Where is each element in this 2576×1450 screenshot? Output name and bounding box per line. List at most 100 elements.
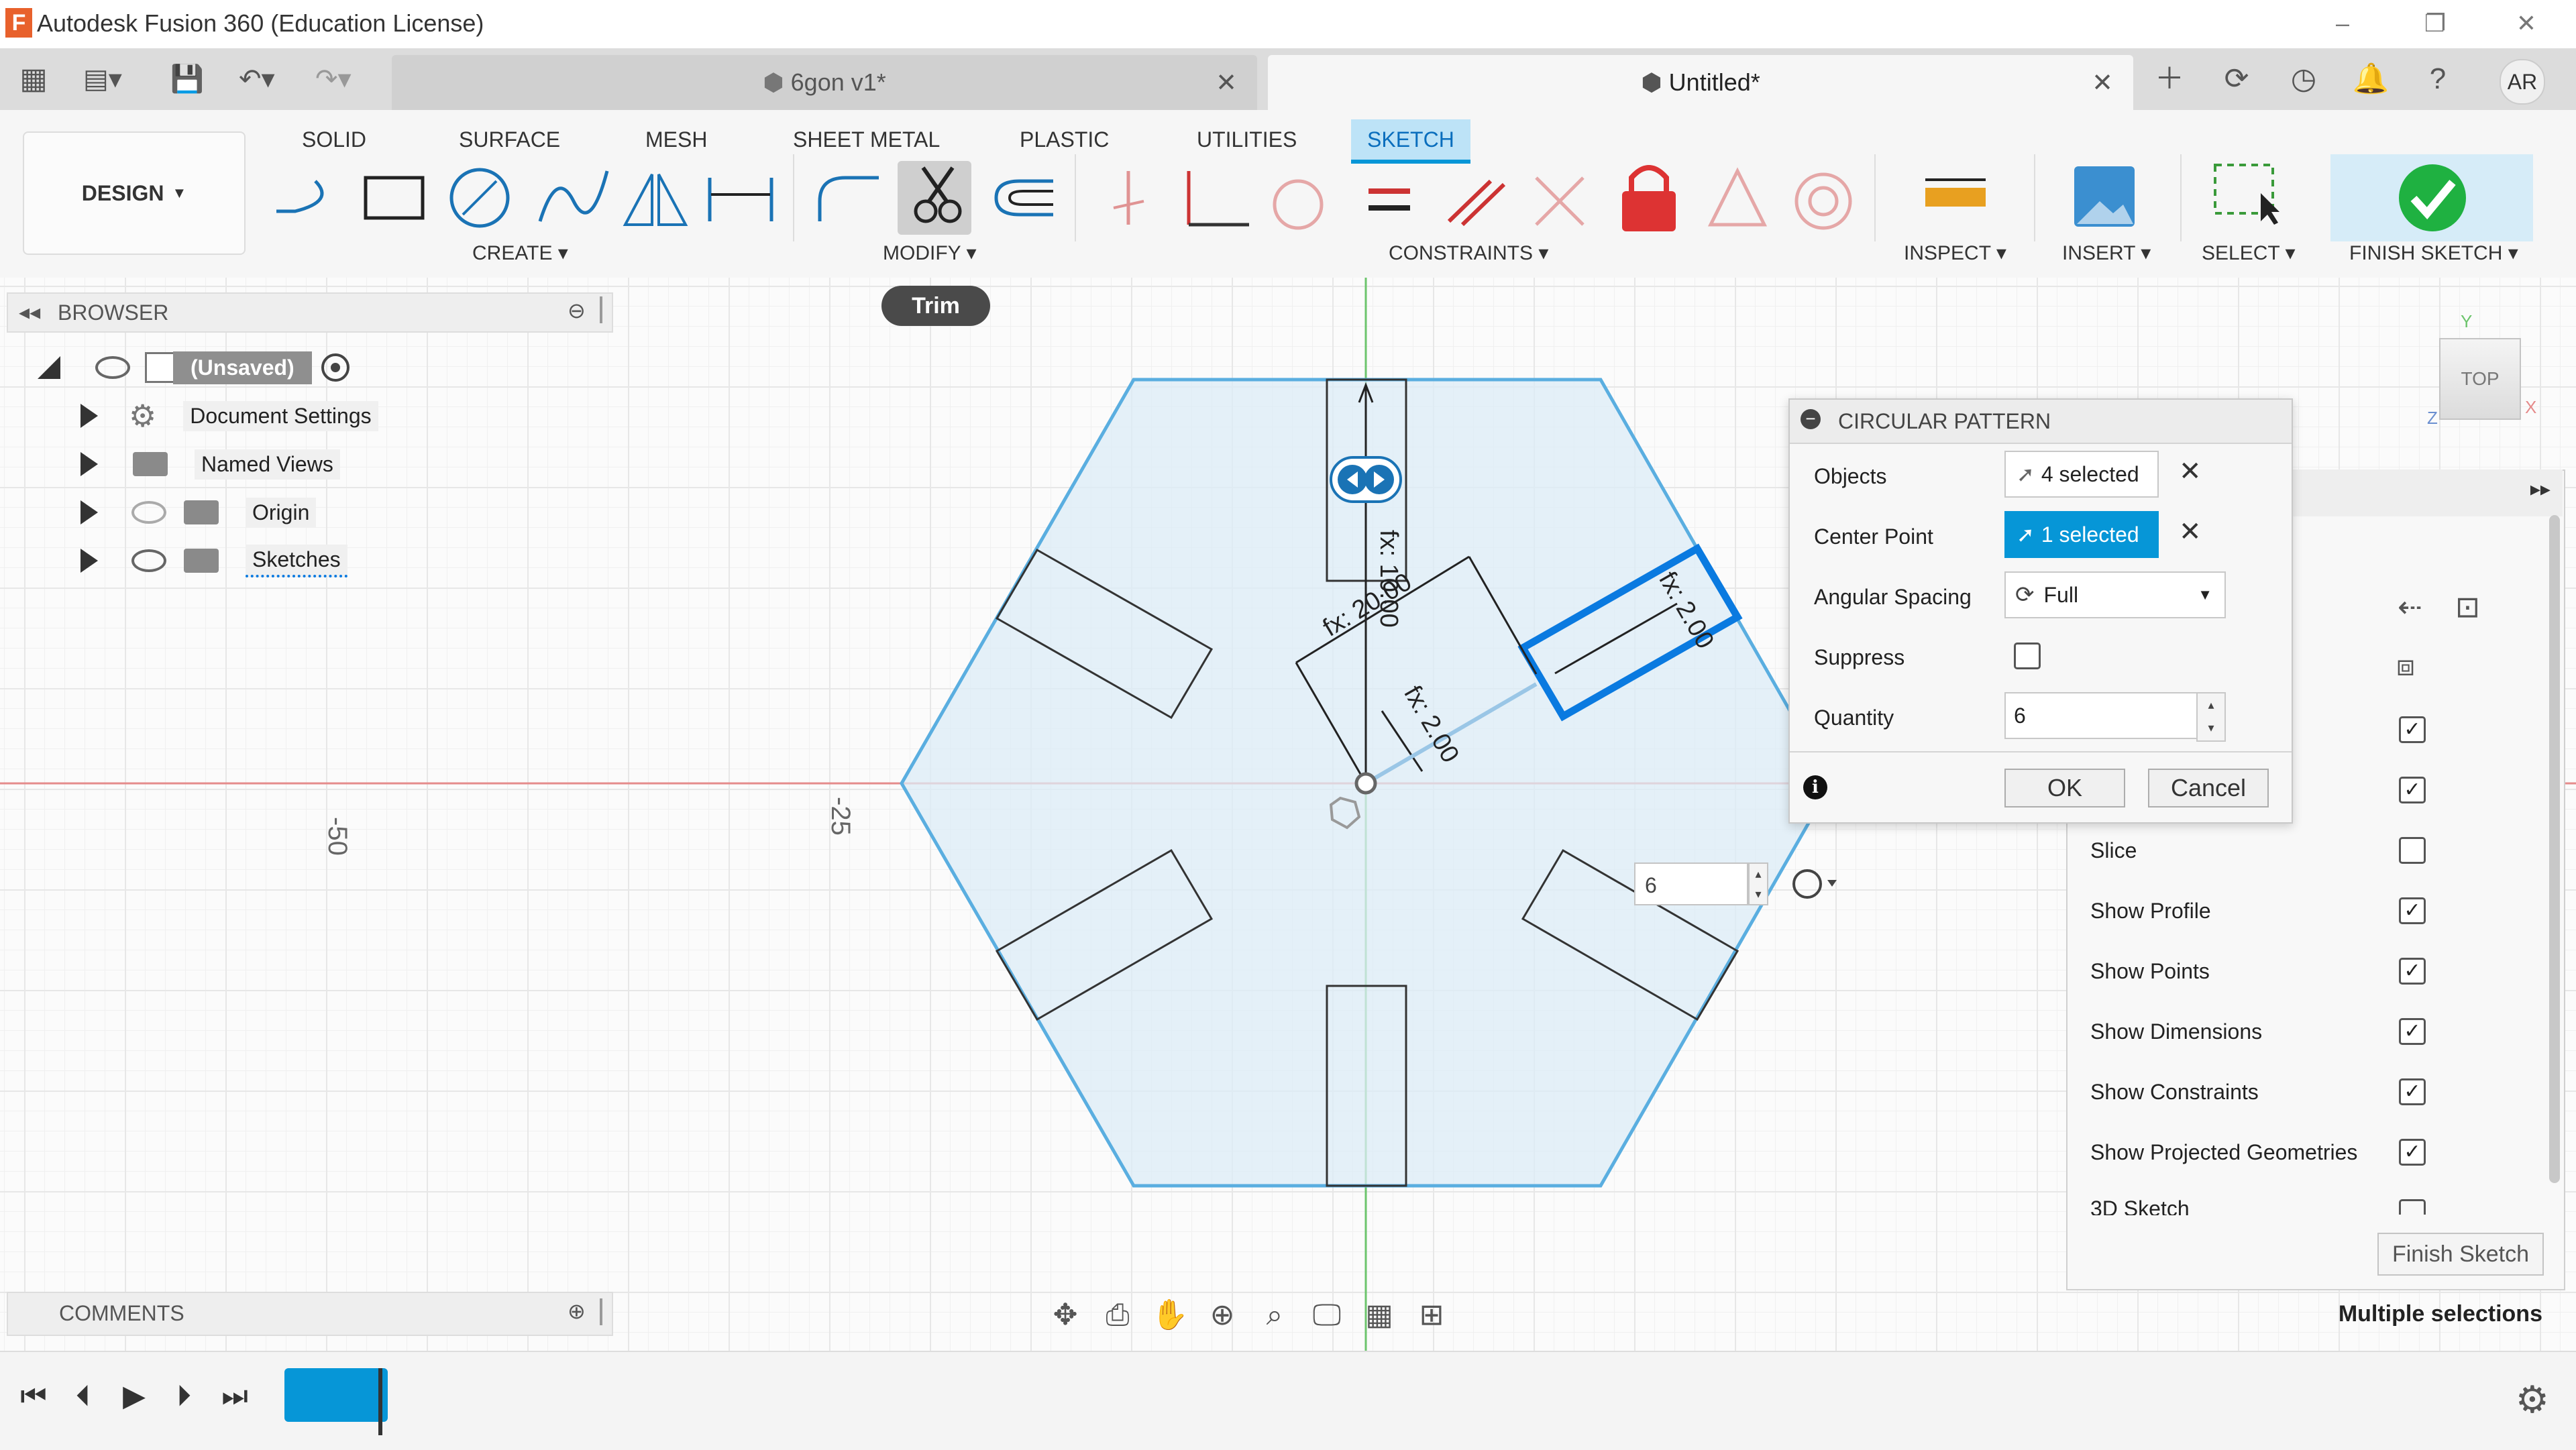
palette-checkbox[interactable]: ✓ bbox=[2399, 777, 2426, 803]
timeline-settings-gear-icon[interactable]: ⚙ bbox=[2516, 1378, 2549, 1422]
notifications-icon[interactable]: 🔔 bbox=[2351, 59, 2391, 99]
browser-item-document-settings[interactable]: ⚙ Document Settings bbox=[80, 396, 378, 436]
viewcube[interactable]: TOP bbox=[2439, 338, 2521, 420]
measure-icon[interactable] bbox=[1925, 178, 1986, 207]
tab-sheet-metal[interactable]: SHEET METAL bbox=[793, 119, 940, 160]
clear-center-point-icon[interactable]: ✕ bbox=[2179, 516, 2202, 547]
rectangle-tool-icon[interactable] bbox=[364, 176, 425, 220]
orbit-icon[interactable]: ✥ bbox=[1046, 1296, 1084, 1334]
group-create[interactable]: CREATE ▾ bbox=[472, 241, 568, 265]
browser-item-sketches[interactable]: Sketches bbox=[80, 541, 347, 581]
eye-icon[interactable] bbox=[131, 549, 166, 572]
pattern-direction-icon[interactable] bbox=[1792, 869, 1837, 899]
eye-icon[interactable] bbox=[95, 356, 130, 379]
extensions-icon[interactable]: ⟳ bbox=[2216, 59, 2257, 99]
symmetry-icon[interactable] bbox=[1707, 167, 1768, 227]
file-menu-icon[interactable]: ▤▾ bbox=[83, 59, 137, 99]
spline-tool-icon[interactable] bbox=[538, 170, 609, 222]
close-tab-icon[interactable]: ✕ bbox=[2092, 68, 2113, 98]
horizontal-constraint-icon[interactable] bbox=[1330, 456, 1402, 503]
browser-item-named-views[interactable]: Named Views bbox=[80, 444, 340, 484]
grid-settings-icon[interactable]: ▦ bbox=[1360, 1296, 1398, 1334]
go-to-end-icon[interactable]: ⏭ bbox=[215, 1376, 255, 1416]
inline-quantity-stepper[interactable]: ▴ ▾ bbox=[1748, 862, 1768, 905]
group-modify[interactable]: MODIFY ▾ bbox=[883, 241, 977, 265]
tab-plastic[interactable]: PLASTIC bbox=[1020, 119, 1109, 160]
help-icon[interactable]: ? bbox=[2418, 59, 2458, 99]
palette-scrollbar[interactable] bbox=[2549, 515, 2560, 1183]
tab-surface[interactable]: SURFACE bbox=[459, 119, 560, 160]
group-insert[interactable]: INSERT ▾ bbox=[2062, 241, 2151, 265]
step-back-icon[interactable]: ⏴ bbox=[63, 1376, 103, 1416]
palette-checkbox-show-constraints[interactable]: ✓ bbox=[2399, 1078, 2426, 1105]
center-point[interactable] bbox=[1354, 772, 1377, 795]
redo-icon[interactable]: ↷▾ bbox=[315, 59, 376, 99]
collapse-triangle-icon[interactable] bbox=[38, 356, 60, 379]
expand-triangle-icon[interactable] bbox=[80, 404, 98, 428]
avatar[interactable]: AR bbox=[2500, 59, 2545, 105]
dimension-tool-icon[interactable] bbox=[708, 178, 773, 221]
midpoint-icon[interactable] bbox=[1535, 176, 1585, 226]
group-finish-sketch[interactable]: FINISH SKETCH ▾ bbox=[2349, 241, 2518, 265]
expand-triangle-icon[interactable] bbox=[80, 549, 98, 573]
minus-circle-icon[interactable]: ⊖ bbox=[568, 298, 586, 323]
sketch-grid-icon[interactable]: ⊡ bbox=[2455, 590, 2480, 624]
checkmark-icon[interactable] bbox=[2399, 164, 2466, 231]
angular-spacing-select[interactable]: ⟳ Full ▼ bbox=[2004, 571, 2226, 618]
mirror-tool-icon[interactable] bbox=[623, 174, 688, 226]
finish-sketch-button[interactable]: Finish Sketch bbox=[2377, 1233, 2544, 1276]
tab-6gon[interactable]: ⬢ 6gon v1* ✕ bbox=[392, 55, 1257, 110]
panel-resize-handle[interactable] bbox=[600, 1298, 602, 1325]
cancel-button[interactable]: Cancel bbox=[2148, 769, 2269, 807]
quantity-input[interactable]: 6 bbox=[2004, 692, 2199, 739]
tab-mesh[interactable]: MESH bbox=[645, 119, 707, 160]
timeline-marker[interactable] bbox=[378, 1368, 382, 1435]
activate-radio-icon[interactable] bbox=[321, 353, 350, 382]
fix-lock-icon[interactable] bbox=[1622, 165, 1676, 231]
coincident-icon[interactable] bbox=[1113, 171, 1144, 225]
palette-checkbox-show-profile[interactable]: ✓ bbox=[2399, 897, 2426, 924]
palette-checkbox-slice[interactable] bbox=[2399, 837, 2426, 864]
plus-circle-icon[interactable]: ⊕ bbox=[568, 1298, 586, 1324]
app-grid-icon[interactable]: ▦ bbox=[13, 59, 54, 99]
group-select[interactable]: SELECT ▾ bbox=[2202, 241, 2296, 265]
tangent-icon[interactable] bbox=[1273, 179, 1324, 230]
expand-triangle-icon[interactable] bbox=[80, 452, 98, 476]
close-tab-icon[interactable]: ✕ bbox=[1216, 68, 1237, 98]
suppress-checkbox[interactable] bbox=[2014, 643, 2041, 669]
step-forward-icon[interactable]: ⏵ bbox=[164, 1376, 204, 1416]
job-status-icon[interactable]: ◷ bbox=[2284, 59, 2324, 99]
palette-checkbox-show-dimensions[interactable]: ✓ bbox=[2399, 1018, 2426, 1045]
trim-tool-highlight[interactable] bbox=[898, 161, 971, 235]
go-to-start-icon[interactable]: ⏮ bbox=[13, 1376, 54, 1416]
timeline-sketch-features[interactable] bbox=[284, 1368, 388, 1422]
pan-hand-icon[interactable]: ✋ bbox=[1151, 1296, 1189, 1334]
circle-tool-icon[interactable] bbox=[449, 168, 510, 228]
panel-resize-handle[interactable] bbox=[600, 296, 602, 323]
minimize-icon[interactable]: – bbox=[2322, 7, 2363, 40]
viewports-icon[interactable]: ⊞ bbox=[1413, 1296, 1450, 1334]
hidden-eye-icon[interactable] bbox=[131, 501, 166, 524]
inline-quantity-input[interactable]: 6 bbox=[1634, 862, 1748, 905]
group-constraints[interactable]: CONSTRAINTS ▾ bbox=[1389, 241, 1548, 265]
expand-palette-icon[interactable]: ▸▸ bbox=[2530, 478, 2551, 501]
close-window-icon[interactable]: ✕ bbox=[2506, 7, 2546, 40]
line-tool-icon[interactable] bbox=[276, 180, 324, 213]
info-icon[interactable]: i bbox=[1803, 775, 1827, 799]
restore-icon[interactable]: ❐ bbox=[2415, 7, 2455, 40]
play-icon[interactable]: ▶ bbox=[114, 1376, 154, 1416]
palette-checkbox-3d-sketch[interactable] bbox=[2399, 1199, 2426, 1215]
look-at-icon[interactable]: ⇠ bbox=[2398, 590, 2422, 624]
browser-root[interactable]: (Unsaved) bbox=[38, 347, 350, 388]
save-icon[interactable]: 💾 bbox=[170, 59, 211, 99]
equal-icon[interactable] bbox=[1368, 188, 1410, 211]
palette-checkbox-show-points[interactable]: ✓ bbox=[2399, 958, 2426, 985]
ok-button[interactable]: OK bbox=[2004, 769, 2125, 807]
select-window-icon[interactable] bbox=[2214, 164, 2279, 225]
insert-image-icon[interactable] bbox=[2074, 166, 2135, 227]
group-inspect[interactable]: INSPECT ▾ bbox=[1904, 241, 2006, 265]
display-settings-icon[interactable]: 🖵 bbox=[1308, 1296, 1346, 1334]
quantity-stepper[interactable]: ▴ ▾ bbox=[2196, 692, 2226, 742]
collapse-dialog-icon[interactable]: − bbox=[1801, 409, 1821, 429]
tab-utilities[interactable]: UTILITIES bbox=[1197, 119, 1297, 160]
